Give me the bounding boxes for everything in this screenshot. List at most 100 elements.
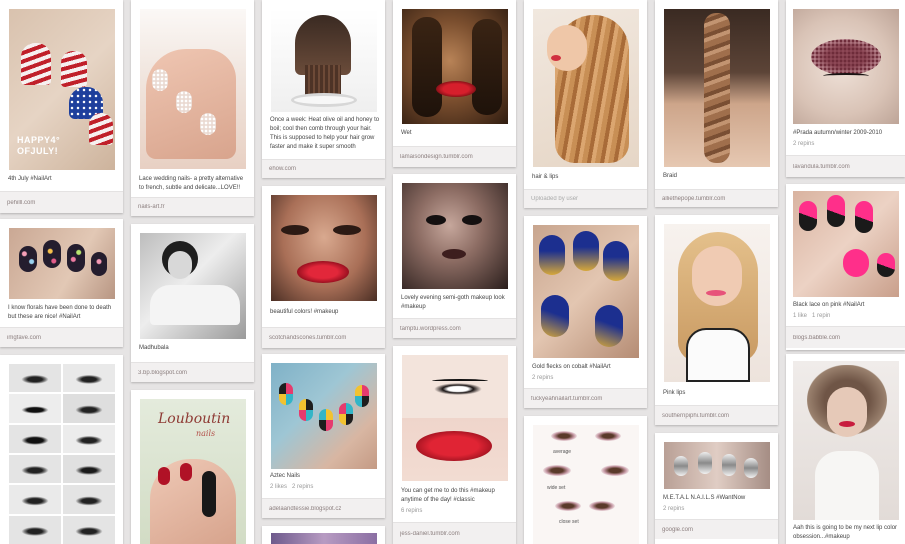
eye-label: wide set [547,485,566,491]
pin-image[interactable] [140,233,246,339]
pin-image[interactable] [271,533,377,544]
pin-image[interactable] [793,191,899,297]
pin-description: Black lace on pink #NailArt [793,302,865,308]
pin-stats: 2 repins [663,506,685,512]
pin-card[interactable]: HAPPY4° OFJULY! 4th July #NailArt pehill… [0,0,123,213]
pin-image[interactable] [140,9,246,169]
pin-description: You can get me to do this #makeup anytim… [401,488,495,503]
eye-label: average [553,449,572,455]
pin-description: I know florals have been done to death b… [8,305,112,320]
pin-source-label: Uploaded by user [531,196,579,202]
pin-source-label: pehilll.com [7,199,36,206]
pin-stats: 2 repins [793,141,815,147]
pin-description: Lace wedding nails- a pretty alternative… [139,176,244,191]
pin-card[interactable]: Lace wedding nails- a pretty alternative… [131,0,254,216]
pin-source-label: scotchandscones.tumblr.com [269,335,347,341]
pin-description: Wet [401,130,412,136]
pin-image[interactable]: HAPPY4° OFJULY! [9,9,115,170]
pin-card[interactable]: hair & lips Uploaded by user [524,0,647,208]
pin-source[interactable]: fuckyeahnailart.tumblr.com [524,388,647,408]
pin-stats: 1 like 1 repin [793,313,831,319]
pin-image[interactable]: Louboutin nails [140,399,246,544]
pin-description: Pink lips [663,390,686,396]
pin-source-label: google.com [662,526,694,533]
pin-description: Braid [663,173,678,179]
pin-source[interactable]: scotchandscones.tumblr.com [262,327,385,348]
pin-source-label: alliethepope.tumblr.com [662,195,726,202]
pin-source-label: southernpiphi.tumblr.com [662,412,730,419]
pin-source[interactable]: pehilll.com [0,191,123,213]
pin-image[interactable] [793,361,899,520]
pin-source-label: nails-art.fr [138,204,165,210]
pin-card[interactable] [262,526,385,544]
pin-card[interactable]: Louboutin nails [131,390,254,544]
pin-card[interactable]: #Prada autumn/winter 2009-2010 2 repins … [786,0,905,177]
pin-source-label: imgfave.com [7,334,42,341]
pin-image[interactable] [664,9,770,167]
pin-image[interactable] [533,9,639,167]
image-subtitle-text: nails [196,429,216,438]
pin-card[interactable]: average wide set close set [524,416,647,544]
pin-source[interactable]: nails-art.fr [131,197,254,216]
pin-description: Lovely evening semi-goth makeup look #ma… [401,295,505,310]
pin-source-label: lavandula.tumblr.com [793,163,850,170]
pin-card[interactable]: Once a week: Heat olive oil and honey to… [262,0,385,178]
pin-source[interactable]: alliethepope.tumblr.com [655,189,778,207]
pin-card[interactable]: Gold flecks on cobalt #NailArt 2 repins … [524,216,647,408]
pin-image[interactable]: average wide set close set [533,425,639,544]
pin-source[interactable]: tamptu.wordpress.com [393,318,516,338]
pin-source[interactable]: southernpiphi.tumblr.com [655,405,778,425]
pin-source[interactable]: jess-daniel.tumblr.com [393,522,516,544]
pin-source-label: 3.bp.blogspot.com [138,369,188,376]
pin-source[interactable]: adelaandtessie.blogspot.cz [262,498,385,518]
eye-label: close set [559,519,579,525]
pin-source[interactable]: imgfave.com [0,327,123,347]
pin-card[interactable] [0,355,123,544]
pin-card[interactable]: I know florals have been done to death b… [0,219,123,347]
pin-source-label: ehow.com [269,166,297,172]
pin-image[interactable] [402,183,508,289]
image-title-text: Louboutin [158,411,231,427]
pin-image[interactable] [664,224,770,382]
pin-image[interactable] [271,195,377,301]
pin-image[interactable] [402,9,508,124]
pin-image[interactable] [9,228,115,299]
pin-source-label: lamaisondesign.tumblr.com [400,154,473,160]
pin-source[interactable]: google.com [655,519,778,539]
pin-card[interactable]: You can get me to do this #makeup anytim… [393,346,516,544]
pin-image[interactable] [533,225,639,358]
pin-source[interactable]: ehow.com [262,159,385,178]
pin-stats: 2 repins [532,375,554,381]
pin-source[interactable]: 3.bp.blogspot.com [131,362,254,382]
overlay-caption: HAPPY4° OFJULY! [17,135,61,156]
pin-source-label: adelaandtessie.blogspot.cz [269,505,342,512]
pin-description: beautiful colors! #makeup [270,309,339,315]
pin-stats: 2 likes 2 repins [270,484,314,490]
pin-card[interactable]: Aztec Nails 2 likes 2 repins adelaandtes… [262,354,385,518]
pin-source[interactable]: lamaisondesign.tumblr.com [393,146,516,167]
pin-image[interactable] [402,355,508,481]
pin-card[interactable]: Black lace on pink #NailArt 1 like 1 rep… [786,184,905,350]
pin-image[interactable] [271,363,377,469]
pin-card[interactable]: Madhubala 3.bp.blogspot.com [131,224,254,382]
pin-card[interactable]: beautiful colors! #makeup scotchandscone… [262,186,385,348]
pin-image[interactable] [664,442,770,489]
pin-description: Aztec Nails [270,473,301,479]
pin-card[interactable]: Pink lips southernpiphi.tumblr.com [655,215,778,425]
pin-source[interactable]: lavandula.tumblr.com [786,155,905,177]
pin-description: hair & lips [532,174,559,180]
pin-description: Aah this is going to be my next lip colo… [793,525,898,540]
pin-description: Madhubala [139,345,169,351]
pin-card[interactable]: Lovely evening semi-goth makeup look #ma… [393,174,516,338]
pin-description: M.E.T.A.L N.A.I.L.S #WantNow [663,495,746,501]
pin-source[interactable]: blogs.babble.com [786,326,905,348]
pin-source-label: fuckyeahnailart.tumblr.com [531,395,603,402]
pin-card[interactable]: Braid alliethepope.tumblr.com [655,0,778,207]
pin-source[interactable]: Uploaded by user [524,189,647,208]
pin-card[interactable]: Aah this is going to be my next lip colo… [786,354,905,544]
pin-card[interactable]: Wet lamaisondesign.tumblr.com [393,0,516,167]
pin-image[interactable] [793,9,899,124]
pin-image[interactable] [271,9,377,112]
pin-card[interactable]: M.E.T.A.L N.A.I.L.S #WantNow 2 repins go… [655,433,778,544]
pin-image[interactable] [9,364,115,544]
